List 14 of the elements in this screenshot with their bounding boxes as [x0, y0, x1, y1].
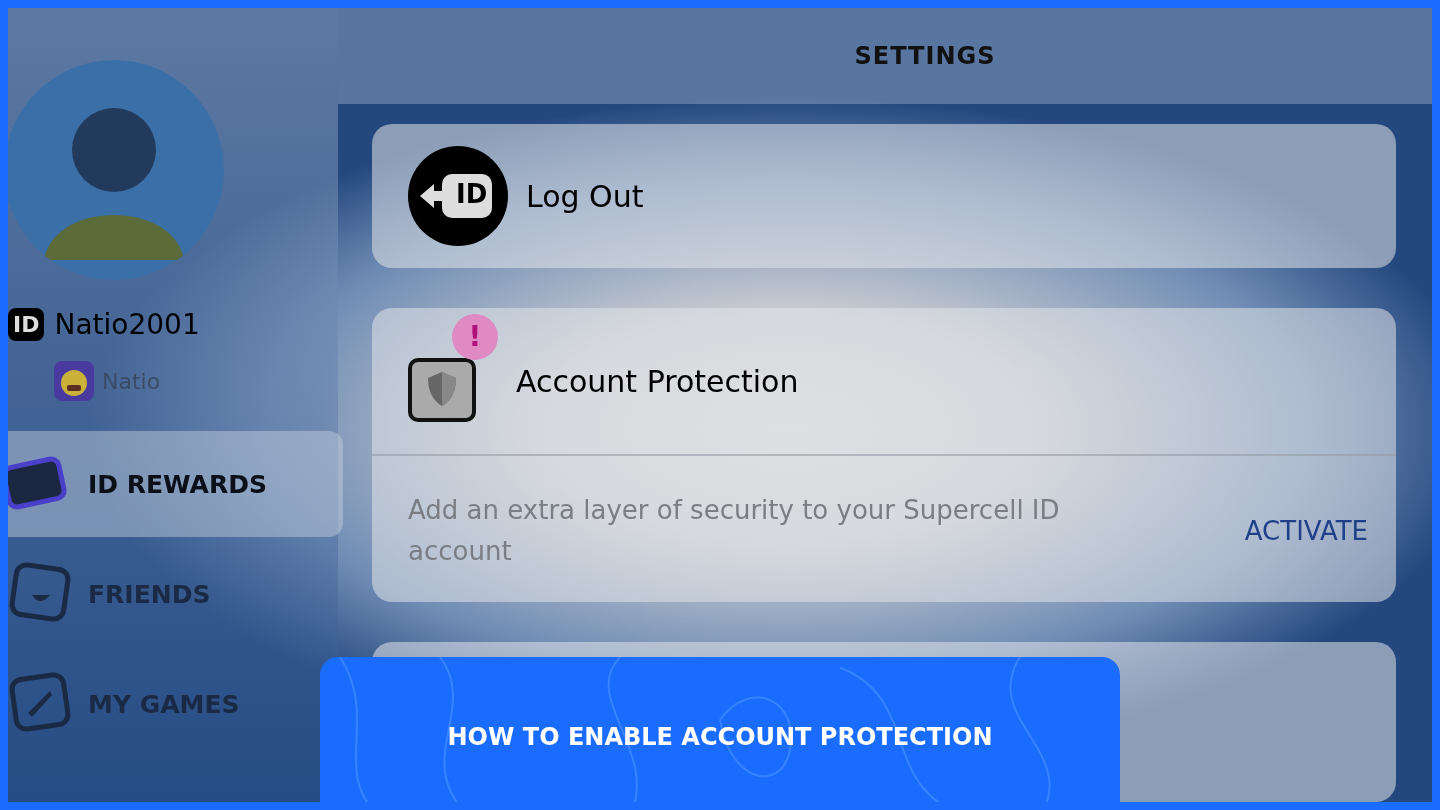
game-icon [54, 361, 94, 401]
game-account-name: Natio [102, 368, 161, 394]
page-title: SETTINGS [854, 42, 996, 70]
banner-caption: HOW TO ENABLE ACCOUNT PROTECTION [447, 723, 993, 751]
shield-icon [408, 358, 476, 422]
activate-button[interactable]: ACTIVATE [1244, 516, 1368, 546]
alert-badge: ! [452, 314, 498, 360]
setting-title: Account Protection [516, 363, 799, 399]
id-badge: ID [8, 308, 45, 341]
setting-description: Add an extra layer of security to your Supercell ID account [408, 494, 1061, 568]
logout-card[interactable]: ID Log Out [372, 124, 1396, 268]
logout-icon: ID [408, 146, 508, 246]
username: Natio2001 [54, 308, 200, 341]
sidebar-item[interactable]: ID REWARDS [8, 431, 343, 537]
